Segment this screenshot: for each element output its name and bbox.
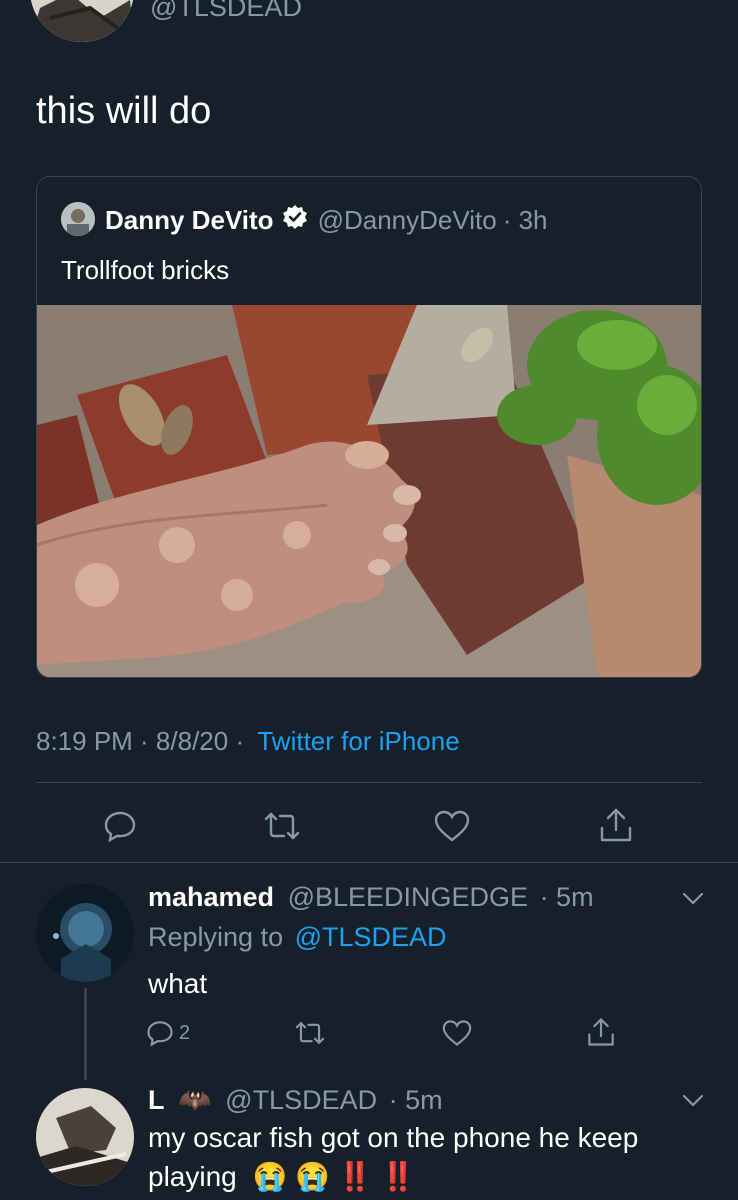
emoji-sequence: 😭 😭 ‼️ ‼️ [252, 1161, 416, 1192]
reply-count: 2 [179, 1021, 191, 1044]
replying-to: Replying to @TLSDEAD [148, 922, 447, 953]
author-avatar[interactable] [30, 0, 134, 42]
reply-header: L 🦇 @TLSDEAD · 5m [148, 1084, 443, 1116]
reply-text-continued: playing [148, 1161, 237, 1192]
reply-author-name[interactable]: L [148, 1085, 165, 1115]
divider [36, 782, 702, 783]
reply-timestamp: · 5m [388, 1085, 443, 1115]
reply-icon[interactable] [100, 806, 140, 846]
reply-author-handle[interactable]: @BLEEDINGEDGE [288, 882, 528, 912]
reply-author-avatar[interactable] [36, 884, 134, 982]
replying-to-label: Replying to [148, 922, 284, 952]
thread-line [84, 988, 87, 1080]
bat-icon: 🦇 [178, 1085, 212, 1115]
chevron-down-icon[interactable] [676, 884, 710, 914]
replying-to-link[interactable]: @TLSDEAD [295, 922, 447, 952]
reply-author-avatar[interactable] [36, 1088, 134, 1186]
reply-timestamp: · 5m [539, 882, 594, 912]
quoted-timestamp: · 3h [502, 205, 548, 235]
quoted-media-photo[interactable] [37, 305, 701, 677]
reply-text-line2: playing 😭 😭 ‼️ ‼️ [148, 1160, 415, 1193]
quoted-author-name[interactable]: Danny DeVito [105, 205, 274, 236]
like-icon[interactable] [437, 1016, 477, 1050]
tweet-text: this will do [36, 90, 212, 132]
reply-header: mahamed @BLEEDINGEDGE · 5m [148, 882, 594, 913]
chevron-down-icon[interactable] [676, 1086, 710, 1116]
divider [0, 862, 738, 863]
quoted-header: Danny DeVito @DannyDeVito · 3h [105, 204, 548, 237]
quoted-tweet-text: Trollfoot bricks [61, 255, 230, 285]
reply-icon[interactable]: 2 [146, 1016, 204, 1050]
like-icon[interactable] [430, 806, 474, 846]
tweet-source-link[interactable]: Twitter for iPhone [257, 726, 459, 756]
reply-author-handle[interactable]: @TLSDEAD [225, 1085, 377, 1115]
author-handle[interactable]: @TLSDEAD [150, 0, 302, 23]
quoted-author-avatar[interactable] [61, 202, 95, 236]
share-icon[interactable] [594, 804, 638, 846]
retweet-icon[interactable] [290, 1016, 330, 1050]
verified-badge-icon [282, 204, 308, 237]
share-icon[interactable] [581, 1014, 621, 1050]
retweet-icon[interactable] [260, 806, 304, 846]
tweet-meta: 8:19 PM · 8/8/20 · Twitter for iPhone [36, 726, 460, 757]
reply-author-name[interactable]: mahamed [148, 882, 274, 912]
quoted-tweet-card[interactable]: Danny DeVito @DannyDeVito · 3h Trollfoot… [36, 176, 702, 678]
tweet-timestamp: 8:19 PM · 8/8/20 · [36, 726, 245, 756]
quoted-author-handle[interactable]: @DannyDeVito [318, 205, 497, 236]
reply-text: what [148, 968, 208, 999]
reply-text: my oscar fish got on the phone he keep [148, 1122, 639, 1153]
